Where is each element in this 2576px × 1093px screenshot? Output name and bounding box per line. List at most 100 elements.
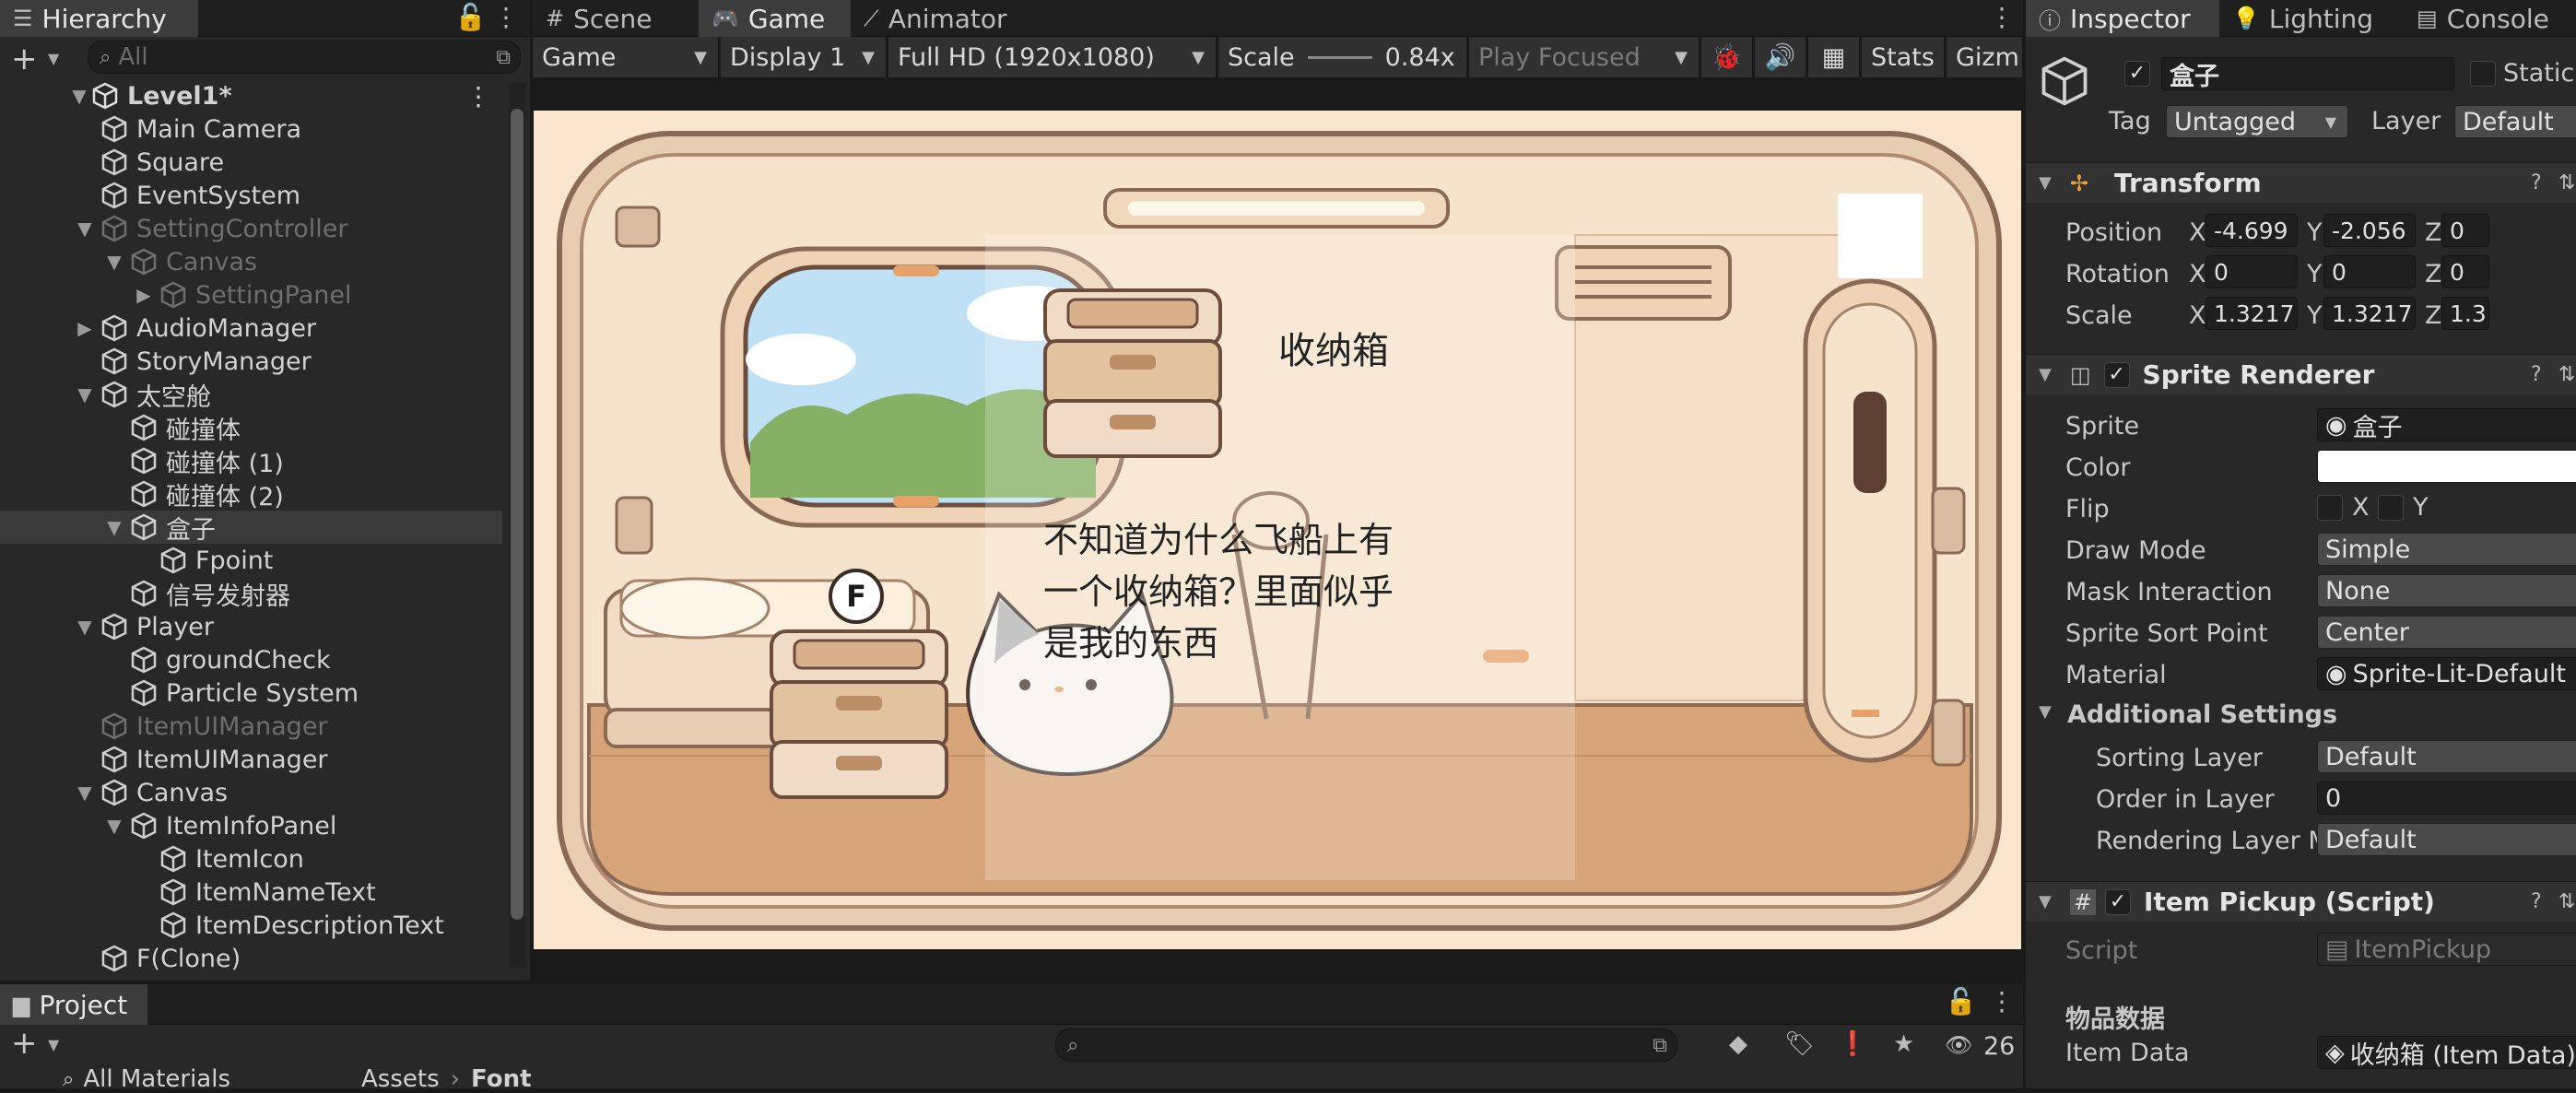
- help-icon[interactable]: ?: [2531, 363, 2542, 386]
- hierarchy-item[interactable]: Fpoint: [0, 544, 502, 577]
- lock-icon[interactable]: 🔓: [1945, 986, 1977, 1017]
- audio-icon[interactable]: 🔊: [1755, 37, 1806, 77]
- settings-icon[interactable]: ⇅: [2558, 171, 2575, 194]
- game-render[interactable]: F 收纳箱 不知道为什么飞船上有 一个收纳箱？里面似乎 是我的东西: [534, 111, 2021, 949]
- more-icon[interactable]: ⋮: [465, 81, 491, 112]
- help-icon[interactable]: ?: [2531, 890, 2542, 913]
- tab-console[interactable]: ▤ Console: [2404, 0, 2576, 37]
- hierarchy-item[interactable]: StoryManager: [0, 345, 502, 378]
- grid-icon[interactable]: ▦: [1808, 37, 1860, 77]
- color-swatch[interactable]: [2317, 450, 2576, 483]
- item-pickup-header[interactable]: ▼ # ✓ Item Pickup (Script) ? ⇅: [2026, 881, 2576, 922]
- hierarchy-search[interactable]: ⌕ All ⧉: [88, 41, 521, 74]
- hierarchy-item[interactable]: 碰撞体: [0, 411, 502, 445]
- project-search-input[interactable]: ⌕ ⧉: [1055, 1028, 1677, 1062]
- more-icon[interactable]: ⋮: [493, 2, 519, 32]
- field-value[interactable]: ◉ 盒子: [2317, 408, 2576, 441]
- hierarchy-item[interactable]: groundCheck: [0, 643, 502, 676]
- expand-arrow-icon[interactable]: ▶: [74, 317, 96, 339]
- field-value[interactable]: Center: [2317, 616, 2576, 649]
- expand-arrow-icon[interactable]: ▼: [74, 782, 96, 804]
- hierarchy-item[interactable]: Main Camera: [0, 112, 502, 146]
- flip-x-checkbox[interactable]: [2317, 495, 2343, 521]
- expand-arrow-icon[interactable]: ▶: [133, 284, 155, 306]
- hierarchy-item[interactable]: ItemUIManager: [0, 743, 502, 776]
- hierarchy-item[interactable]: ▼ SettingController: [0, 212, 502, 245]
- field-value[interactable]: Default: [2317, 823, 2576, 856]
- position-x-field[interactable]: -4.699: [2205, 214, 2298, 247]
- label-icon[interactable]: 🏷: [1784, 1030, 1815, 1058]
- play-mode-dropdown[interactable]: Play Focused ▼: [1469, 37, 1700, 77]
- field-value[interactable]: None: [2317, 574, 2576, 607]
- gizmos-button[interactable]: Gizm: [1947, 37, 2023, 77]
- chevron-down-icon[interactable]: ▼: [2039, 365, 2052, 384]
- tab-lighting[interactable]: 💡 Lighting: [2219, 0, 2404, 37]
- rotation-z-field[interactable]: 0: [2441, 255, 2489, 288]
- hierarchy-item[interactable]: 碰撞体 (1): [0, 444, 502, 478]
- field-value[interactable]: Simple: [2317, 533, 2576, 566]
- chevron-down-icon[interactable]: ▼: [2039, 173, 2052, 193]
- hierarchy-item[interactable]: F(Clone): [0, 942, 502, 975]
- expand-arrow-icon[interactable]: ▼: [74, 383, 96, 405]
- search-options-icon[interactable]: ⧉: [496, 46, 511, 69]
- expand-arrow-icon[interactable]: ▼: [103, 251, 125, 273]
- add-icon[interactable]: +: [11, 41, 38, 77]
- scene-row[interactable]: ▼ Level1* ⋮: [0, 79, 502, 112]
- hierarchy-item[interactable]: ▼ Player: [0, 610, 502, 643]
- flip-y-checkbox[interactable]: [2378, 495, 2404, 521]
- chevron-down-icon[interactable]: ▼: [2039, 892, 2052, 911]
- more-icon[interactable]: ⋮: [1989, 2, 2015, 32]
- warning-icon[interactable]: ❗: [1838, 1030, 1867, 1058]
- chevron-down-icon[interactable]: ▼: [2039, 702, 2052, 722]
- object-name-field[interactable]: 盒子: [2161, 57, 2454, 90]
- chevron-down-icon[interactable]: ▼: [48, 50, 59, 67]
- more-icon[interactable]: ⋮: [1989, 986, 2015, 1017]
- hierarchy-item[interactable]: 碰撞体 (2): [0, 477, 502, 511]
- hierarchy-item[interactable]: ItemNameText: [0, 876, 502, 909]
- bug-icon[interactable]: 🐞: [1701, 37, 1753, 77]
- hierarchy-item[interactable]: ItemUIManager: [0, 710, 502, 743]
- breadcrumb-assets[interactable]: Assets: [361, 1065, 440, 1093]
- hierarchy-item[interactable]: ▶ SettingPanel: [0, 278, 502, 311]
- hierarchy-item[interactable]: EventSystem: [0, 179, 502, 212]
- scale-x-field[interactable]: 1.3217: [2205, 297, 2298, 330]
- hierarchy-item[interactable]: ▼ Canvas: [0, 245, 502, 278]
- expand-arrow-icon[interactable]: ▼: [74, 616, 96, 638]
- scale-control[interactable]: Scale 0.84x: [1218, 37, 1467, 77]
- hierarchy-item[interactable]: ItemDescriptionText: [0, 909, 502, 942]
- scrollbar-thumb[interactable]: [511, 109, 523, 920]
- hierarchy-item[interactable]: 信号发射器: [0, 577, 502, 611]
- hierarchy-item[interactable]: ▼ 盒子: [0, 511, 502, 545]
- hierarchy-item[interactable]: ▼ Canvas: [0, 776, 502, 809]
- enabled-checkbox[interactable]: ✓: [2104, 888, 2131, 915]
- field-value[interactable]: ◉ Sprite-Lit-Default: [2317, 657, 2576, 690]
- star-icon[interactable]: ★: [1893, 1030, 1914, 1058]
- expand-arrow[interactable]: ▼: [68, 85, 90, 107]
- game-mode-dropdown[interactable]: Game ▼: [533, 37, 719, 77]
- scale-y-field[interactable]: 1.3217: [2323, 297, 2416, 330]
- position-y-field[interactable]: -2.056: [2323, 214, 2416, 247]
- tab-game[interactable]: 🎮 Game: [699, 0, 851, 37]
- stats-button[interactable]: Stats: [1862, 37, 1945, 77]
- tab-project[interactable]: ▆ Project: [0, 984, 147, 1025]
- tab-scene[interactable]: # Scene: [533, 0, 699, 37]
- layer-dropdown[interactable]: Default: [2454, 105, 2576, 138]
- field-value[interactable]: 0: [2317, 782, 2576, 815]
- hierarchy-item[interactable]: ▼ 太空舱: [0, 378, 502, 412]
- scale-z-field[interactable]: 1.3: [2441, 297, 2489, 330]
- display-dropdown[interactable]: Display 1 ▼: [721, 37, 887, 77]
- additional-settings-header[interactable]: Additional Settings: [2067, 700, 2337, 729]
- tab-hierarchy[interactable]: ☰ Hierarchy: [0, 0, 198, 37]
- favorite-all-materials[interactable]: ⌕ All Materials: [63, 1065, 230, 1093]
- hierarchy-item[interactable]: ItemIcon: [0, 842, 502, 876]
- settings-icon[interactable]: ⇅: [2558, 363, 2575, 386]
- sprite-renderer-header[interactable]: ▼ ◫ ✓ Sprite Renderer ? ⇅: [2026, 354, 2576, 394]
- hierarchy-scrollbar[interactable]: [509, 83, 525, 968]
- field-value[interactable]: Default: [2317, 740, 2576, 773]
- tab-inspector[interactable]: ⓘ Inspector: [2026, 0, 2219, 37]
- enabled-checkbox[interactable]: ✓: [2103, 361, 2130, 388]
- resolution-dropdown[interactable]: Full HD (1920x1080) ▼: [888, 37, 1217, 77]
- position-z-field[interactable]: 0: [2441, 214, 2489, 247]
- lock-icon[interactable]: 🔓: [454, 2, 487, 32]
- expand-arrow-icon[interactable]: ▼: [103, 815, 125, 837]
